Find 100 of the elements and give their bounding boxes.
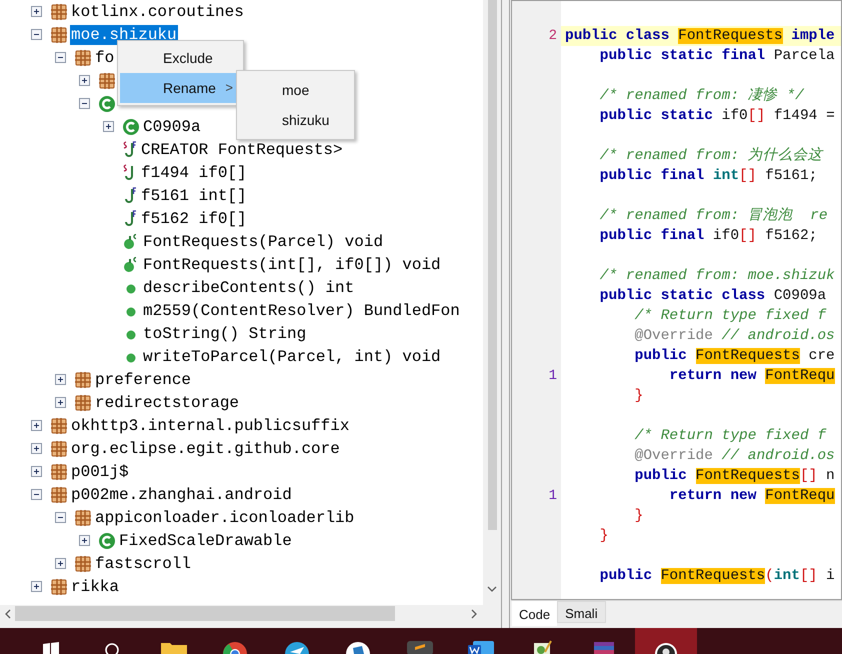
tree-item[interactable]: f5161 int[] [140,186,248,206]
tree-item[interactable]: m2559(ContentResolver) BundledFon [142,300,461,320]
expand-icon[interactable] [31,6,42,17]
package-icon [50,2,68,20]
code-line: public FontRequests cre [634,347,835,366]
package-icon [98,72,116,90]
scrollbar-thumb[interactable] [15,606,395,621]
package-icon [50,440,68,458]
code-line: @Override // android.os [634,327,835,346]
tree-item[interactable]: fastscroll [94,554,192,574]
menu-item[interactable]: Exclude [120,43,241,73]
browser-icon [221,640,250,654]
method-icon [126,330,136,340]
tree-item[interactable]: FontRequests(Parcel) void [142,232,384,252]
tree-item[interactable]: CREATOR FontRequests> [140,140,344,160]
tree-item[interactable]: rikka [70,576,120,596]
tree-item[interactable]: preference [94,370,192,390]
method-icon [126,284,136,294]
tree-item[interactable]: appiconloader.iconloaderlib [94,508,356,528]
line-number: 1 [548,366,557,386]
collapse-icon[interactable] [79,98,90,109]
class-icon [98,532,116,550]
collapse-icon[interactable] [55,512,66,523]
expand-icon[interactable] [79,535,90,546]
code-line: @Override // android.os [634,447,835,466]
code-line: /* Return type fixed f [634,307,826,326]
expand-icon[interactable] [103,121,114,132]
package-icon [50,26,68,44]
code-line: public class FontRequests imple [565,27,835,46]
package-icon [74,48,92,66]
app-icon [344,640,372,654]
class-icon [122,118,140,136]
package-icon [50,578,68,596]
constructor-icon [124,234,138,250]
tree-item[interactable]: redirectstorage [94,392,240,412]
expand-icon[interactable] [79,75,90,86]
tree-item[interactable]: f1494 if0[] [140,162,248,182]
method-icon [126,306,136,316]
tree-item[interactable]: FixedScaleDrawable [118,530,293,550]
line-number: 2 [548,26,557,46]
code-line: public static class C0909a [598,287,826,306]
constructor-icon [124,256,138,272]
code-line: } [634,507,644,526]
code-line: } [598,527,609,546]
editor-tab[interactable]: Code [512,601,558,626]
code-line: } [634,387,644,406]
tree-item[interactable]: FontRequests(int[], if0[]) void [142,254,442,274]
tree-item[interactable]: okhttp3.internal.publicsuffix [70,416,350,436]
package-icon [74,370,92,388]
expand-icon[interactable] [31,581,42,592]
paper-plane-icon [282,640,311,654]
scroll-down-icon[interactable] [487,586,497,593]
scrollbar-thumb[interactable] [488,0,496,530]
line-number: 1 [548,486,557,506]
package-icon [74,508,92,526]
taskbar-button[interactable] [635,628,696,654]
package-icon [50,416,68,434]
folder-icon [160,640,188,654]
tree-item[interactable]: kotlinx.coroutines [70,2,245,22]
tree-item[interactable]: C0909a [142,116,202,136]
package-icon [50,486,68,504]
code-line: /* Return type fixed f [634,427,826,446]
expand-icon[interactable] [31,420,42,431]
package-icon [74,394,92,412]
expand-icon[interactable] [55,558,66,569]
scroll-right-icon[interactable] [471,608,478,618]
code-line: /* renamed from: 冒泡泡 re [598,206,828,226]
tree-item[interactable]: f5162 if0[] [140,208,248,228]
collapse-icon[interactable] [31,489,42,500]
code-line: public static final Parcela [598,47,835,66]
windows-icon [40,640,61,654]
tree-item[interactable]: fo [94,48,116,68]
package-icon [74,554,92,572]
expand-icon[interactable] [31,466,42,477]
tree-item[interactable]: toString() String [142,324,308,344]
class-icon [98,94,116,112]
code-line: return new FontRequ [668,367,835,386]
menu-item[interactable]: moe [239,75,352,105]
expand-icon[interactable] [55,397,66,408]
method-icon [126,352,136,362]
code-line: public final if0[] f5162; [598,227,818,246]
collapse-icon[interactable] [55,52,66,63]
document-app-icon [467,640,496,654]
tree-item[interactable]: p002me.zhanghai.android [70,484,293,504]
expand-icon[interactable] [31,443,42,454]
code-line: public FontRequests(int[] i [598,567,835,586]
code-line: /* renamed from: moe.shizuk [598,267,835,286]
tree-item[interactable]: describeContents() int [142,278,356,298]
tree-item[interactable]: org.eclipse.egit.github.core [70,438,341,458]
editor-app-icon [406,640,434,654]
tree-item[interactable]: writeToParcel(Parcel, int) void [142,346,442,366]
code-line: public final int[] f5161; [598,167,818,186]
scroll-left-icon[interactable] [4,608,11,618]
package-icon [50,462,68,480]
tree-item[interactable]: p001j$ [70,462,130,482]
code-line: return new FontRequ [668,487,835,506]
editor-tab[interactable]: Smali [557,601,606,623]
expand-icon[interactable] [55,374,66,385]
menu-item[interactable]: shizuku [239,105,352,135]
collapse-icon[interactable] [31,29,42,40]
